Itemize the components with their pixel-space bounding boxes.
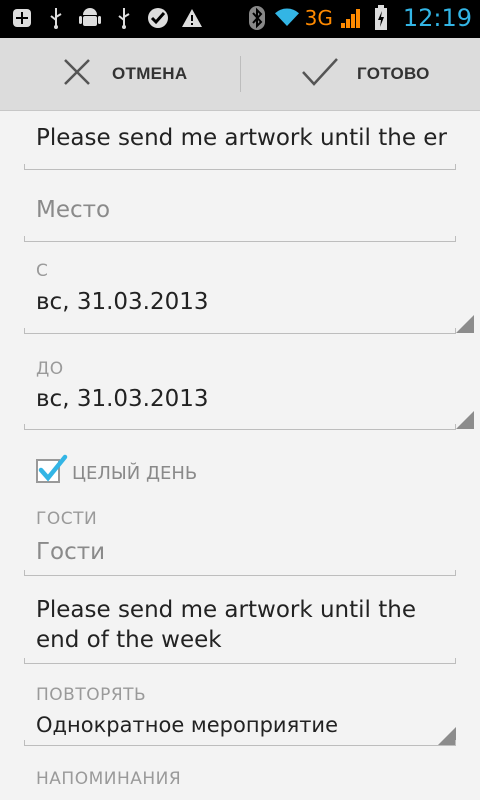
usb-icon <box>44 6 68 30</box>
guests-input[interactable]: Гости <box>36 539 105 565</box>
all-day-checkbox[interactable] <box>36 454 68 483</box>
done-button[interactable]: ГОТОВО <box>241 38 480 110</box>
event-form: Please send me artwork until the er Мест… <box>0 111 480 800</box>
checkmark-icon <box>301 57 339 91</box>
description-line-1[interactable]: Please send me artwork until the <box>36 597 416 623</box>
close-icon <box>62 57 92 91</box>
usb-icon <box>112 6 136 30</box>
to-dropdown-icon <box>456 411 474 429</box>
checkmark-icon <box>38 454 68 482</box>
to-label: ДО <box>36 359 64 379</box>
signal-icon <box>339 6 363 30</box>
from-underline <box>24 328 456 334</box>
repeat-spinner[interactable]: Однократное мероприятие <box>36 713 338 737</box>
title-input[interactable]: Please send me artwork until the er <box>36 125 447 151</box>
notification-icons <box>10 6 204 30</box>
guests-underline <box>24 570 456 576</box>
done-label: ГОТОВО <box>357 64 430 83</box>
repeat-underline <box>24 740 456 746</box>
title-underline <box>24 164 456 170</box>
description-line-2[interactable]: end of the week <box>36 627 222 653</box>
bluetooth-icon <box>245 6 269 30</box>
guests-label: ГОСТИ <box>36 509 98 529</box>
from-date-spinner[interactable]: вс, 31.03.2013 <box>36 289 209 315</box>
clock: 12:19 <box>402 4 472 32</box>
add-icon <box>10 6 34 30</box>
from-dropdown-icon <box>456 315 474 333</box>
repeat-dropdown-icon <box>438 727 456 745</box>
warning-icon <box>180 6 204 30</box>
cancel-button[interactable]: ОТМЕНА <box>0 38 240 110</box>
location-input[interactable]: Место <box>36 197 110 223</box>
description-underline <box>24 658 456 664</box>
from-label: С <box>36 261 49 281</box>
android-icon <box>78 6 102 30</box>
status-bar: 3G 12:19 <box>0 0 480 38</box>
check-icon <box>146 6 170 30</box>
reminders-label: НАПОМИНАНИЯ <box>36 769 182 789</box>
to-underline <box>24 424 456 430</box>
cancel-label: ОТМЕНА <box>112 64 188 83</box>
wifi-icon <box>274 6 299 30</box>
all-day-label: ЦЕЛЫЙ ДЕНЬ <box>72 463 198 484</box>
location-underline <box>24 236 456 242</box>
battery-icon <box>369 5 393 30</box>
action-bar: ОТМЕНА ГОТОВО <box>0 38 480 111</box>
repeat-label: ПОВТОРЯТЬ <box>36 685 147 705</box>
network-type: 3G <box>304 6 333 30</box>
system-icons: 3G 12:19 <box>245 4 472 32</box>
to-date-spinner[interactable]: вс, 31.03.2013 <box>36 386 209 412</box>
